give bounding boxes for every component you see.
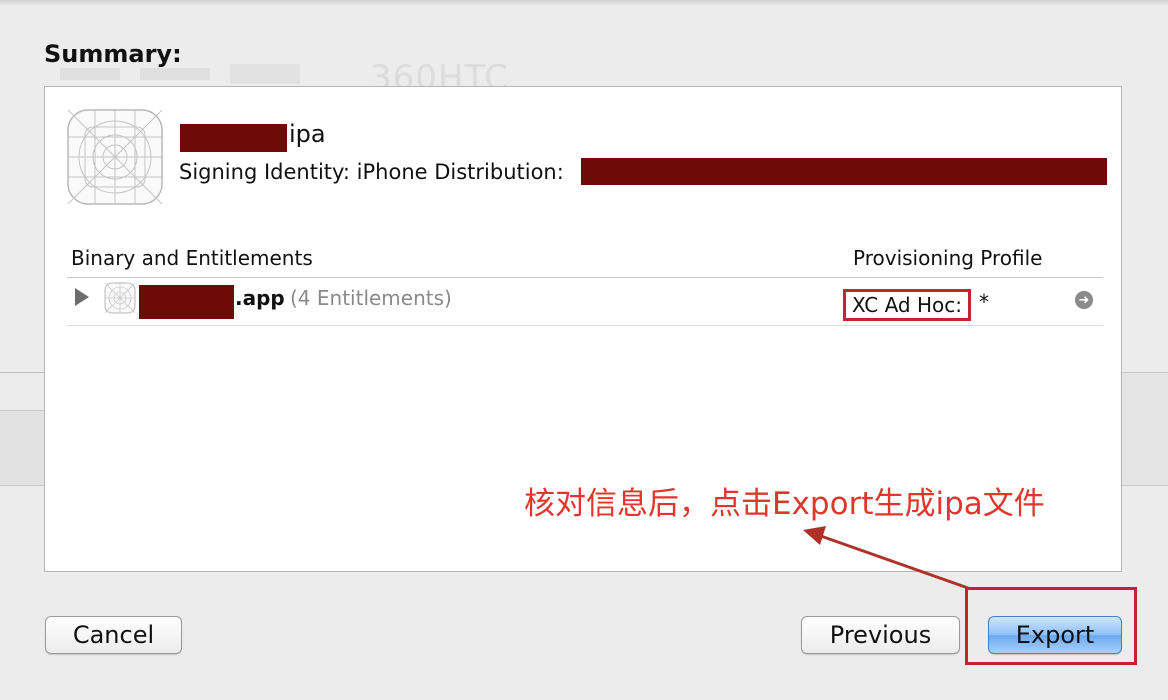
header-divider (67, 277, 1103, 278)
disclosure-triangle-icon[interactable] (75, 288, 89, 306)
window-top-shadow (0, 0, 1168, 6)
signing-identity-label: Signing Identity: iPhone Distribution: (179, 160, 564, 184)
previous-button[interactable]: Previous (801, 616, 960, 654)
ipa-name-suffix: ipa (289, 120, 326, 148)
background-window-strip-left (0, 410, 46, 486)
redacted-app-name (139, 285, 234, 319)
provisioning-profile-value[interactable]: XC Ad Hoc: (843, 289, 971, 321)
app-name-suffix: .app (235, 286, 285, 310)
redacted-signing-identity (581, 158, 1107, 185)
export-highlight-box (965, 587, 1137, 665)
column-header-binary: Binary and Entitlements (71, 246, 313, 270)
app-small-icon (104, 282, 136, 314)
summary-title: Summary: (44, 40, 182, 68)
entitlements-count: (4 Entitlements) (290, 286, 452, 310)
redacted-ipa-name (180, 124, 287, 152)
background-window-strip-right (1122, 372, 1168, 486)
cancel-button[interactable]: Cancel (45, 616, 182, 654)
goto-arrow-icon[interactable]: ➜ (1075, 291, 1093, 309)
app-placeholder-icon (67, 109, 163, 205)
column-header-profile: Provisioning Profile (853, 246, 1043, 270)
annotation-note: 核对信息后，点击Export生成ipa文件 (524, 486, 1045, 522)
row-divider (67, 325, 1103, 326)
provisioning-profile-suffix: * (979, 290, 989, 314)
background-divider (0, 372, 46, 373)
